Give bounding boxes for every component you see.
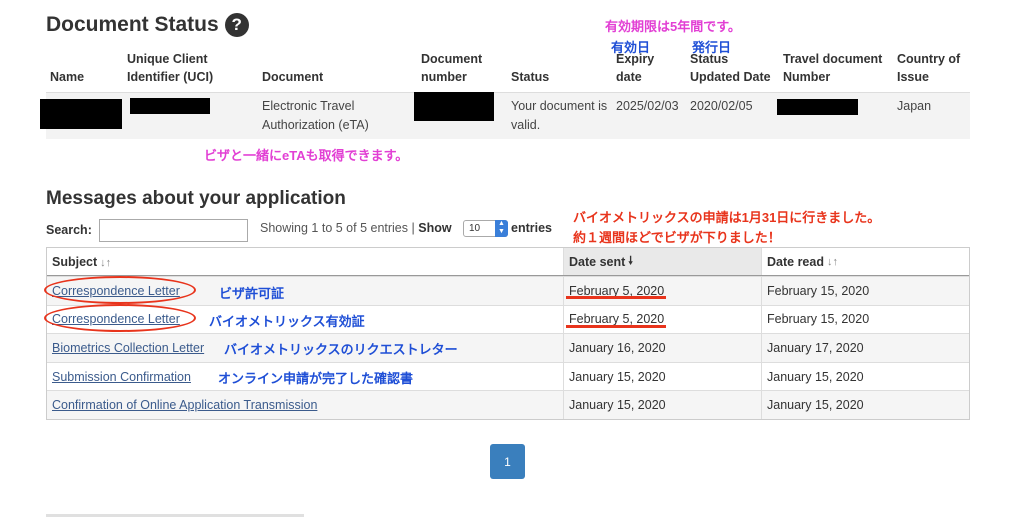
sort-both-icon: ↓↑ bbox=[826, 255, 838, 268]
validity-annotation: 有効期限は5年間です。 bbox=[605, 19, 741, 34]
redacted-doc-number bbox=[414, 92, 494, 121]
doc-status-updated: 2020/02/05 bbox=[690, 99, 753, 113]
date-sent-cell: January 16, 2020 bbox=[563, 334, 761, 362]
page-length-select[interactable]: 10 ▲ ▼ bbox=[463, 220, 508, 237]
help-icon[interactable]: ? bbox=[224, 13, 249, 37]
showing-text: Showing 1 to 5 of 5 entries bbox=[260, 221, 409, 235]
row4-annotation: オンライン申請が完了した確認書 bbox=[218, 371, 414, 386]
table-header-row: Subject ↓↑ Date sent 🠗 Date read ↓↑ bbox=[47, 248, 969, 276]
pagination-page-1[interactable]: 1 bbox=[490, 444, 525, 479]
header-status: Status bbox=[511, 70, 550, 84]
search-input[interactable] bbox=[99, 219, 248, 242]
page-length-value: 10 bbox=[469, 223, 481, 234]
date-read-cell: January 15, 2020 bbox=[761, 362, 969, 391]
entries-info: Showing 1 to 5 of 5 entries | Show bbox=[260, 221, 452, 235]
date-sent-cell: February 5, 2020 bbox=[563, 277, 761, 305]
highlight-underline bbox=[566, 325, 666, 328]
col-date-sent[interactable]: Date sent 🠗 bbox=[563, 248, 761, 275]
document-status-title: Document Status ? bbox=[46, 13, 249, 37]
header-expiry: Expiry date bbox=[616, 52, 655, 84]
table-row: Biometrics Collection Letter January 16,… bbox=[47, 333, 969, 362]
message-link[interactable]: Biometrics Collection Letter bbox=[52, 341, 204, 355]
select-arrows-icon: ▲ ▼ bbox=[495, 220, 508, 237]
date-read-cell: January 15, 2020 bbox=[761, 391, 969, 419]
sort-desc-icon: 🠗 bbox=[628, 255, 634, 267]
header-uci: Unique Client Identifier (UCI) bbox=[127, 52, 214, 84]
highlight-underline bbox=[566, 296, 666, 299]
message-link[interactable]: Confirmation of Online Application Trans… bbox=[52, 398, 317, 412]
date-read-cell: February 15, 2020 bbox=[761, 277, 969, 305]
messages-title: Messages about your application bbox=[46, 188, 346, 209]
highlight-oval bbox=[44, 276, 196, 304]
doc-expiry: 2025/02/03 bbox=[616, 99, 679, 113]
header-document: Document bbox=[262, 70, 324, 84]
header-doc-number: Document number bbox=[421, 52, 483, 84]
search-label: Search: bbox=[46, 223, 92, 237]
table-row: Confirmation of Online Application Trans… bbox=[47, 390, 969, 419]
header-status-updated: Status Updated Date bbox=[690, 52, 771, 84]
date-sent-cell: January 15, 2020 bbox=[563, 362, 761, 391]
date-read-cell: January 17, 2020 bbox=[761, 334, 969, 362]
message-link[interactable]: Submission Confirmation bbox=[52, 370, 191, 384]
col-subject[interactable]: Subject ↓↑ bbox=[47, 255, 563, 269]
biometrics-note-2: 約１週間ほどでビザが下りました！ bbox=[573, 230, 781, 245]
doc-country: Japan bbox=[897, 99, 932, 113]
doc-type: Electronic Travel Authorization (eTA) bbox=[262, 99, 369, 132]
row3-annotation: バイオメトリックスのリクエストレター bbox=[224, 342, 458, 357]
redacted-uci bbox=[130, 98, 210, 114]
row1-annotation: ビザ許可証 bbox=[219, 286, 285, 301]
with-visa-annotation: ビザと一緒にeTAも取得できます。 bbox=[204, 148, 409, 163]
document-status-title-text: Document Status bbox=[46, 13, 219, 36]
redacted-travel-doc bbox=[777, 99, 858, 115]
table-row: Submission Confirmation January 15, 2020… bbox=[47, 361, 969, 391]
info-separator: | bbox=[411, 221, 415, 235]
date-sent-cell: February 5, 2020 bbox=[563, 305, 761, 334]
col-subject-label: Subject bbox=[52, 254, 98, 269]
header-name: Name bbox=[50, 70, 85, 84]
header-travel-doc: Travel document Number bbox=[783, 52, 883, 84]
redacted-name bbox=[40, 99, 122, 129]
entries-label: entries bbox=[511, 221, 552, 235]
biometrics-note-1: バイオメトリックスの申請は1月31日に行きました。 bbox=[573, 210, 881, 225]
show-label: Show bbox=[418, 221, 452, 235]
header-country: Country of Issue bbox=[897, 52, 961, 84]
col-date-read-label: Date read bbox=[767, 254, 824, 269]
highlight-oval bbox=[44, 304, 196, 332]
messages-table: Subject ↓↑ Date sent 🠗 Date read ↓↑ Corresp… bbox=[46, 247, 970, 420]
date-read-cell: February 15, 2020 bbox=[761, 305, 969, 334]
doc-status: Your document is valid. bbox=[511, 99, 608, 132]
row2-annotation: バイオメトリックス有効証 bbox=[209, 314, 365, 329]
col-date-read[interactable]: Date read ↓↑ bbox=[761, 248, 969, 275]
date-sent-cell: January 15, 2020 bbox=[563, 391, 761, 419]
sort-both-icon: ↓↑ bbox=[100, 256, 112, 269]
col-date-sent-label: Date sent bbox=[569, 254, 626, 269]
